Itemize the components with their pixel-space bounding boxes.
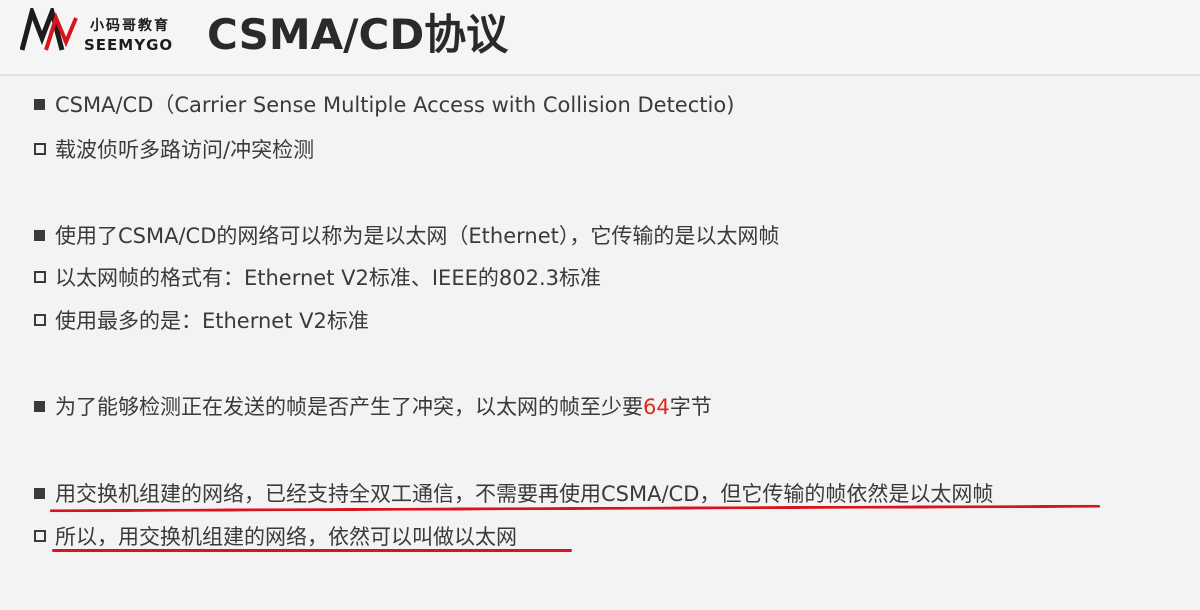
- slide: 小码哥教育 SEEMYGO CSMA/CD协议 CSMA/CD（Carrier …: [0, 0, 1200, 610]
- line-text: 字节: [669, 395, 712, 419]
- hollow-square-bullet-icon: [34, 530, 46, 542]
- sub-line-most-used: 使用最多的是：Ethernet V2标准: [34, 306, 369, 336]
- logo-chinese-text: 小码哥教育: [90, 18, 170, 34]
- filled-square-bullet-icon: [34, 99, 45, 110]
- line-text: 所以，用交换机组建的网络，依然可以叫做以太网: [55, 525, 517, 549]
- line-text: 以太网帧的格式有：Ethernet V2标准、IEEE的802.3标准: [55, 266, 601, 290]
- line-text: 使用了CSMA/CD的网络可以称为是以太网（Ethernet），它传输的是以太网…: [55, 224, 780, 248]
- sub-line-still-ethernet: 所以，用交换机组建的网络，依然可以叫做以太网: [34, 522, 517, 552]
- line-text: CSMA/CD（Carrier Sense Multiple Access wi…: [55, 93, 735, 117]
- filled-square-bullet-icon: [34, 230, 45, 241]
- bullet-line-ethernet: 使用了CSMA/CD的网络可以称为是以太网（Ethernet），它传输的是以太网…: [34, 221, 779, 251]
- bullet-line-min-frame-size: 为了能够检测正在发送的帧是否产生了冲突，以太网的帧至少要64字节: [34, 392, 712, 422]
- logo-english-text: SEEMYGO: [84, 36, 174, 54]
- filled-square-bullet-icon: [34, 401, 45, 412]
- line-text: 用交换机组建的网络，已经支持全双工通信，不需要再使用CSMA/CD，但它传输的帧…: [55, 482, 994, 506]
- red-underline-annotation: [52, 549, 572, 552]
- filled-square-bullet-icon: [34, 488, 45, 499]
- hollow-square-bullet-icon: [34, 143, 46, 155]
- hollow-square-bullet-icon: [34, 314, 46, 326]
- line-text: 载波侦听多路访问/冲突检测: [55, 138, 315, 162]
- sub-line-frame-formats: 以太网帧的格式有：Ethernet V2标准、IEEE的802.3标准: [34, 263, 601, 293]
- sub-line-carrier-sense: 载波侦听多路访问/冲突检测: [34, 135, 314, 165]
- seemygo-logo: 小码哥教育 SEEMYGO: [20, 6, 190, 56]
- logo-m-icon: [20, 8, 78, 51]
- slide-title: CSMA/CD协议: [207, 10, 509, 59]
- highlight-number: 64: [643, 395, 670, 419]
- bullet-line-csma-cd: CSMA/CD（Carrier Sense Multiple Access wi…: [34, 90, 734, 120]
- line-text: 为了能够检测正在发送的帧是否产生了冲突，以太网的帧至少要: [55, 395, 643, 419]
- bullet-line-switch-network: 用交换机组建的网络，已经支持全双工通信，不需要再使用CSMA/CD，但它传输的帧…: [34, 479, 993, 509]
- slide-header: 小码哥教育 SEEMYGO CSMA/CD协议: [0, 0, 1200, 76]
- hollow-square-bullet-icon: [34, 271, 46, 283]
- line-text: 使用最多的是：Ethernet V2标准: [55, 309, 369, 333]
